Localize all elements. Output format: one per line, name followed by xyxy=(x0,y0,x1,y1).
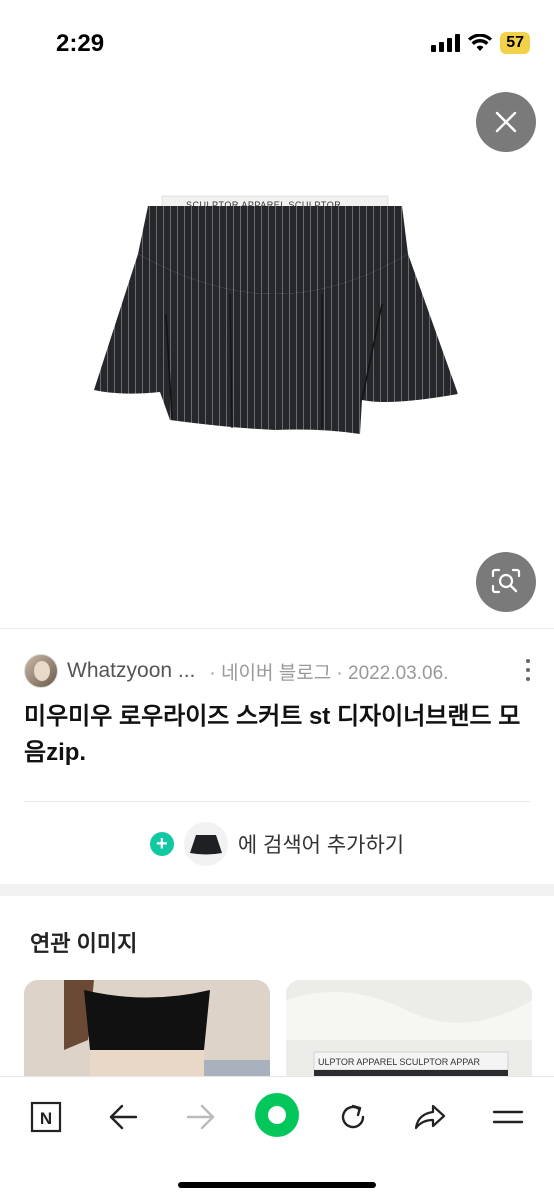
product-image[interactable]: SCULPTOR APPAREL SCULPTOR xyxy=(90,194,460,524)
menu-button[interactable] xyxy=(484,1093,532,1141)
browser-toolbar: N xyxy=(0,1076,554,1200)
image-viewer[interactable]: SCULPTOR APPAREL SCULPTOR xyxy=(0,80,554,628)
divider xyxy=(24,801,530,802)
status-time: 2:29 xyxy=(56,30,105,57)
svg-text:N: N xyxy=(40,1109,52,1128)
green-dot-button[interactable] xyxy=(253,1091,301,1139)
image-search-button[interactable] xyxy=(476,552,536,612)
refresh-icon xyxy=(341,1104,365,1129)
naver-home-button[interactable]: N xyxy=(22,1093,70,1141)
source-name[interactable]: Whatzyoon ... xyxy=(67,659,195,683)
signal-icon xyxy=(431,34,461,52)
more-vertical-icon[interactable] xyxy=(526,659,532,681)
waistband-text: ULPTOR APPAREL SCULPTOR APPAR xyxy=(318,1057,481,1067)
naver-home-icon: N xyxy=(30,1101,62,1133)
share-icon xyxy=(414,1104,446,1130)
battery-indicator: 57 xyxy=(500,32,530,54)
related-images: 연관 이미지 ULPTOR APPAREL SCULPTOR APPAR xyxy=(0,896,554,1076)
forward-button[interactable] xyxy=(177,1093,225,1141)
back-arrow-icon xyxy=(109,1104,138,1130)
related-title: 연관 이미지 xyxy=(30,931,138,956)
back-button[interactable] xyxy=(99,1093,147,1141)
wifi-icon xyxy=(468,34,493,51)
plus-circle-icon: + xyxy=(149,832,174,856)
menu-icon xyxy=(492,1110,524,1124)
add-keyword-button[interactable]: + 에 검색어 추가하기 xyxy=(0,819,554,869)
source-meta: · 네이버 블로그 · 2022.03.06. xyxy=(209,662,449,684)
forward-arrow-icon xyxy=(186,1104,215,1130)
close-icon xyxy=(495,111,517,133)
section-separator xyxy=(0,884,554,896)
related-image-card[interactable] xyxy=(24,980,270,1076)
avatar xyxy=(24,654,58,688)
image-info: Whatzyoon ... · 네이버 블로그 · 2022.03.06. 미우… xyxy=(0,628,554,884)
document-title[interactable]: 미우미우 로우라이즈 스커트 st 디자이너브랜드 모음zip. xyxy=(24,699,530,771)
related-image-card[interactable]: ULPTOR APPAREL SCULPTOR APPAR xyxy=(286,980,532,1076)
status-icons: 57 xyxy=(431,32,530,54)
green-dot-icon xyxy=(255,1093,299,1137)
share-button[interactable] xyxy=(406,1093,454,1141)
close-button[interactable] xyxy=(476,92,536,152)
image-search-icon xyxy=(491,568,521,594)
home-indicator xyxy=(178,1182,376,1188)
status-bar: 2:29 57 xyxy=(0,0,554,80)
refresh-button[interactable] xyxy=(329,1093,377,1141)
skirt-thumbnail-icon xyxy=(183,822,228,866)
add-keyword-text: 에 검색어 추가하기 xyxy=(237,834,405,857)
source-row[interactable]: Whatzyoon ... · 네이버 블로그 · 2022.03.06. xyxy=(24,653,532,689)
